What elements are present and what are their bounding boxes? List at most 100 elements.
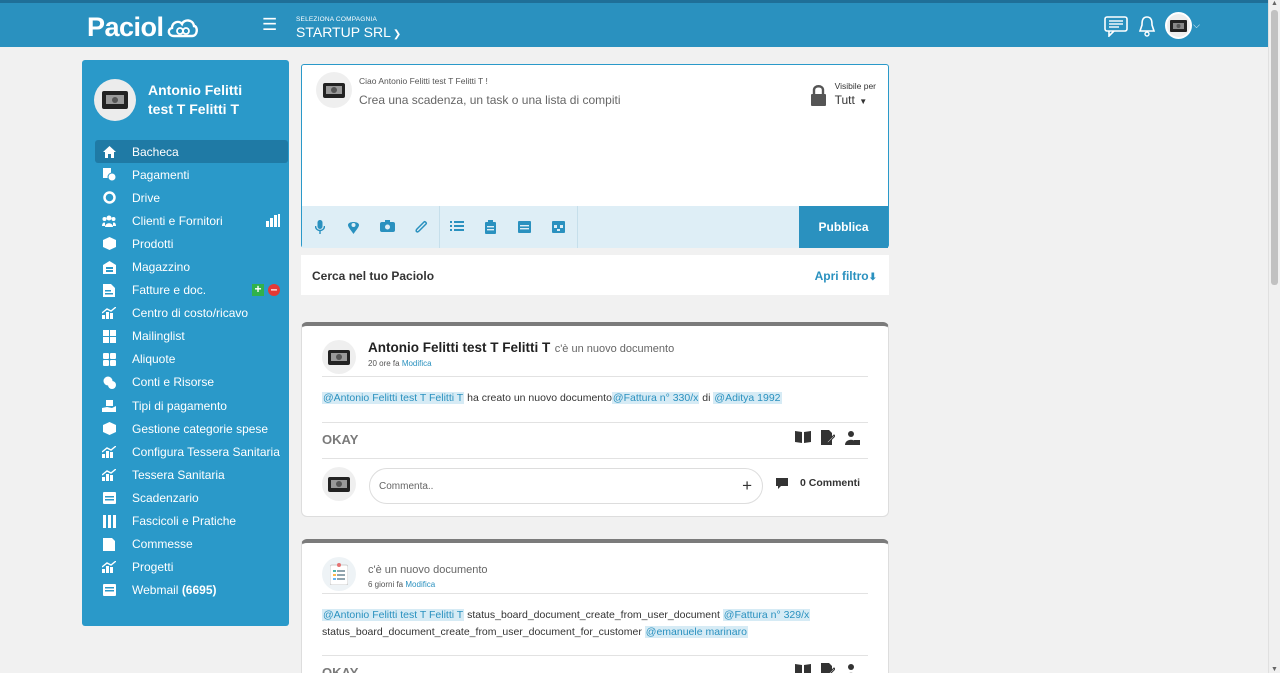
- sidebar-item-conti-risorse[interactable]: Conti e Risorse: [95, 371, 288, 394]
- box-icon: [102, 237, 116, 251]
- user-avatar[interactable]: [1165, 12, 1193, 39]
- location-icon[interactable]: [348, 220, 359, 234]
- post-time: 6 giorni fa: [368, 580, 404, 589]
- post-text: ha creato un nuovo documento: [464, 392, 612, 404]
- scroll-down-icon[interactable]: ▼: [1271, 666, 1278, 673]
- sidebar-item-pagamenti[interactable]: Pagamenti: [95, 163, 288, 186]
- publish-button[interactable]: Pubblica: [799, 206, 888, 248]
- sidebar-item-configura-tessera[interactable]: Configura Tessera Sanitaria: [95, 440, 288, 463]
- microphone-icon[interactable]: [315, 220, 325, 234]
- sidebar-item-drive[interactable]: Drive: [95, 186, 288, 209]
- mail-icon: [102, 584, 116, 597]
- avatar: [322, 467, 356, 501]
- scrollbar-thumb[interactable]: [1271, 10, 1278, 285]
- bell-icon[interactable]: [1138, 15, 1156, 37]
- mention-document[interactable]: @Fattura n° 330/x: [611, 392, 700, 404]
- sidebar-item-aliquote[interactable]: Aliquote: [95, 348, 288, 371]
- camera-avatar-icon: [102, 91, 128, 109]
- calendar-icon[interactable]: [518, 220, 531, 233]
- avatar-chevron-icon[interactable]: ⌵: [1193, 20, 1200, 31]
- comments-count-label: 0 Commenti: [800, 477, 861, 489]
- open-filter-button[interactable]: Apri filtro⬇: [815, 269, 877, 283]
- sidebar-item-centro-costo[interactable]: Centro di costo/ricavo: [95, 302, 288, 325]
- logo-text: Paciol: [87, 12, 164, 42]
- add-invoice-icon[interactable]: +: [252, 283, 264, 297]
- sidebar-item-label: Bacheca: [132, 144, 179, 159]
- mention-customer[interactable]: @Aditya 1992: [713, 392, 782, 404]
- post-time: 20 ore fa: [368, 359, 400, 368]
- sidebar-item-categorie-spese[interactable]: Gestione categorie spese: [95, 417, 288, 440]
- sidebar-item-label: Aliquote: [132, 352, 176, 367]
- document-edit-icon[interactable]: [821, 430, 835, 445]
- remove-invoice-icon[interactable]: –: [268, 283, 280, 297]
- mention-customer[interactable]: @emanuele marinaro: [644, 626, 748, 638]
- sidebar-item-mailinglist[interactable]: Mailinglist: [95, 325, 288, 348]
- chart-icon: [102, 445, 116, 458]
- sidebar-item-clienti-fornitori[interactable]: Clienti e Fornitori: [95, 209, 288, 232]
- chart-icon: [102, 307, 116, 320]
- menu-toggle-icon[interactable]: ☰: [262, 15, 277, 35]
- page-scrollbar[interactable]: ▲ ▼: [1268, 0, 1280, 673]
- list-icon[interactable]: [450, 220, 464, 232]
- sidebar-item-fascicoli[interactable]: Fascicoli e Pratiche: [95, 510, 288, 533]
- chevron-down-icon: ▼: [859, 97, 868, 106]
- sidebar-item-commesse[interactable]: Commesse: [95, 533, 288, 556]
- scroll-up-icon[interactable]: ▲: [1271, 0, 1278, 7]
- edit-link[interactable]: Modifica: [405, 580, 435, 589]
- open-book-icon[interactable]: [795, 663, 811, 673]
- box-icon: [102, 422, 116, 436]
- mention-user[interactable]: @Antonio Felitti test T Felitti T: [322, 609, 465, 621]
- sidebar-item-label: Fatture e doc.: [132, 283, 207, 298]
- search-label[interactable]: Cerca nel tuo Paciolo: [312, 269, 434, 283]
- sidebar-item-fatture[interactable]: Fatture e doc. + –: [95, 279, 288, 302]
- sidebar-item-magazzino[interactable]: Magazzino: [95, 255, 288, 278]
- company-selector-label: SELEZIONA COMPAGNIA: [296, 16, 377, 23]
- mention-user[interactable]: @Antonio Felitti test T Felitti T: [322, 392, 465, 404]
- calendar-event-icon[interactable]: [552, 220, 565, 233]
- edit-link[interactable]: Modifica: [402, 359, 432, 368]
- sidebar-item-bacheca[interactable]: Bacheca: [95, 140, 288, 164]
- document-icon: [102, 537, 116, 551]
- sidebar-item-tessera-sanitaria[interactable]: Tessera Sanitaria: [95, 463, 288, 486]
- compose-input[interactable]: Crea una scadenza, un task o una lista d…: [359, 93, 620, 107]
- camera-icon[interactable]: [380, 220, 395, 232]
- sidebar-menu: Bacheca Pagamenti Drive Clienti e Fornit…: [95, 140, 288, 602]
- mention-document[interactable]: @Fattura n° 329/x: [722, 609, 811, 621]
- sidebar-item-prodotti[interactable]: Prodotti: [95, 232, 288, 255]
- post-text: status_board_document_create_from_user_d…: [322, 626, 645, 638]
- clipboard-icon[interactable]: [485, 220, 496, 234]
- sidebar-profile[interactable]: Antonio Felitti test T Felitti T: [94, 79, 268, 121]
- company-name: STARTUP SRL: [296, 24, 391, 40]
- paperclip-icon[interactable]: [414, 220, 429, 234]
- company-selector[interactable]: SELEZIONA COMPAGNIA STARTUP SRL ❯: [296, 16, 401, 40]
- chat-icon[interactable]: [1103, 15, 1129, 37]
- chevron-down-icon: ❯: [392, 29, 402, 40]
- post-author[interactable]: Antonio Felitti test T Felitti T: [368, 340, 550, 355]
- drive-icon: [102, 191, 116, 204]
- user-settings-icon[interactable]: [845, 430, 860, 445]
- sidebar-item-webmail[interactable]: Webmail (6695): [95, 579, 288, 602]
- document-edit-icon[interactable]: [821, 663, 835, 673]
- bar-chart-icon[interactable]: [266, 214, 280, 228]
- sidebar-item-tipi-pagamento[interactable]: Tipi di pagamento: [95, 394, 288, 417]
- comment-input[interactable]: Commenta.. +: [369, 468, 763, 504]
- arrow-down-icon: ⬇: [868, 272, 877, 283]
- sidebar-item-scadenzario[interactable]: Scadenzario: [95, 486, 288, 509]
- camera-avatar-icon: [1170, 19, 1188, 32]
- sidebar-item-label: Centro di costo/ricavo: [132, 306, 249, 321]
- sidebar-item-progetti[interactable]: Progetti: [95, 556, 288, 579]
- sidebar-item-label: Tipi di pagamento: [132, 398, 227, 413]
- search-bar: Cerca nel tuo Paciolo Apri filtro⬇: [301, 255, 889, 295]
- add-icon[interactable]: +: [742, 476, 752, 496]
- post-action: c'è un nuovo documento: [554, 343, 675, 355]
- open-book-icon[interactable]: [795, 430, 811, 443]
- sidebar-item-label: Progetti: [132, 560, 174, 575]
- user-settings-icon[interactable]: [845, 663, 860, 673]
- feed-post: c'è un nuovo documento 6 giorni fa Modif…: [301, 539, 889, 673]
- comments-count[interactable]: 0 Commenti: [776, 477, 860, 489]
- toolbar-divider: [577, 206, 578, 248]
- open-filter-label: Apri filtro: [814, 269, 869, 283]
- visibility-selector[interactable]: Visibile per Tutt ▼: [810, 81, 876, 109]
- sidebar-item-label: Mailinglist: [132, 329, 185, 344]
- paciolo-logo[interactable]: Paciol: [87, 12, 199, 43]
